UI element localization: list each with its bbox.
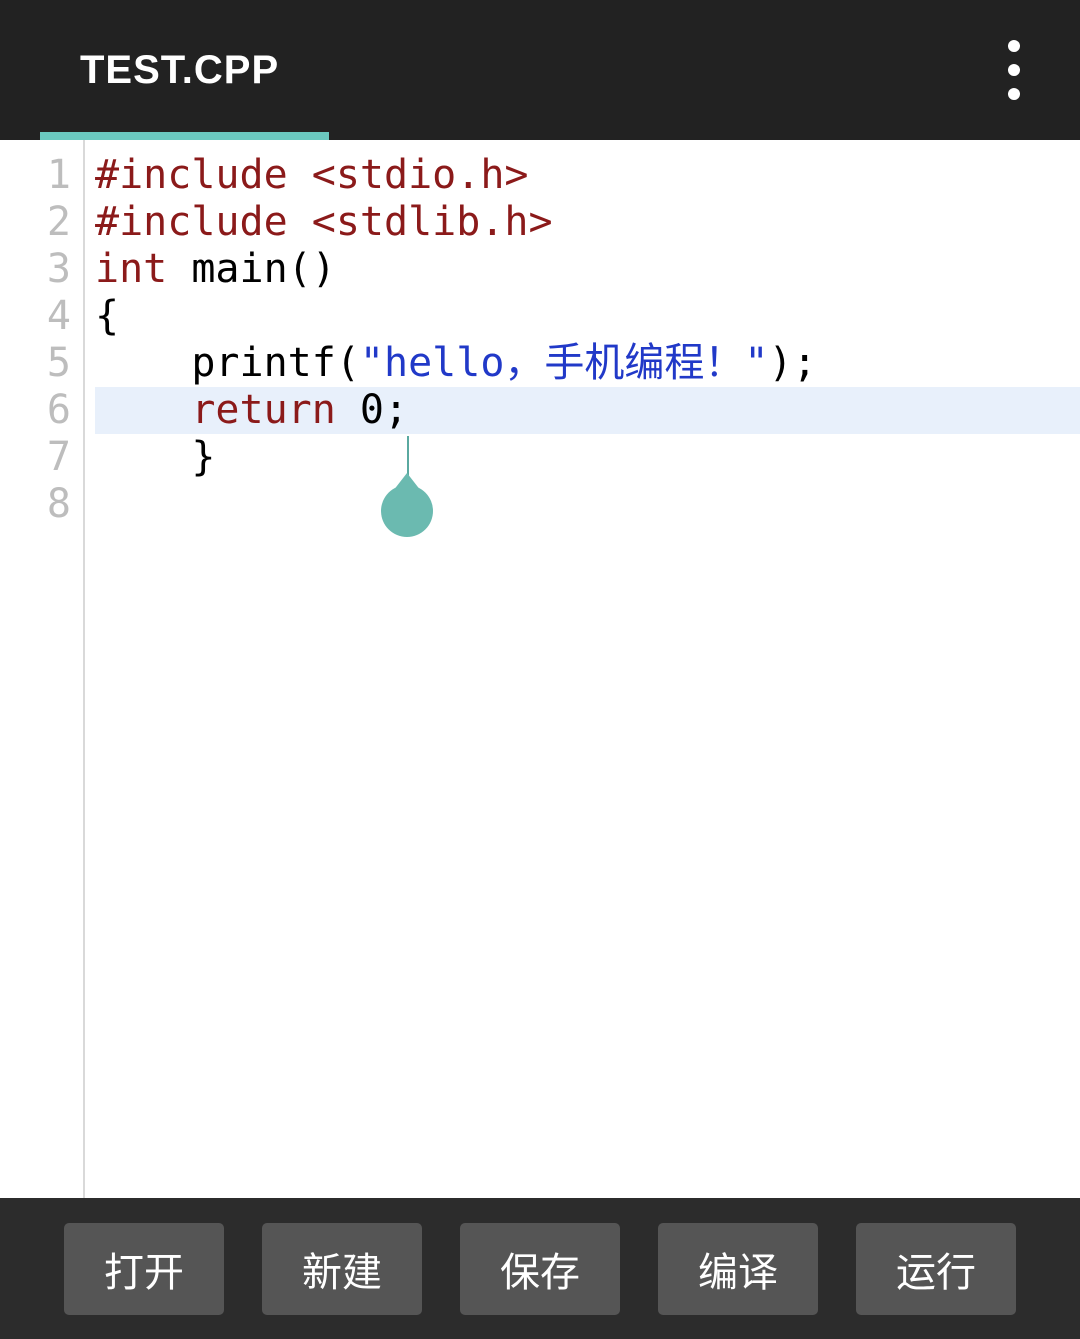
cursor-drag-handle[interactable] — [381, 485, 433, 537]
code-token: { — [95, 293, 119, 339]
app-header: TEST.CPP — [0, 0, 1080, 140]
code-line[interactable]: #include <stdlib.h> — [95, 199, 1080, 246]
code-token — [95, 387, 191, 433]
line-number: 4 — [0, 293, 83, 340]
code-token: printf( — [95, 340, 360, 386]
code-token: "hello，手机编程！" — [360, 340, 769, 386]
bottom-toolbar: 打开新建保存编译运行 — [0, 1198, 1080, 1339]
code-token: int — [95, 246, 167, 292]
code-token: #include — [95, 199, 312, 245]
more-vert-icon[interactable] — [988, 20, 1040, 120]
code-line[interactable]: printf("hello，手机编程！"); — [95, 340, 1080, 387]
code-token: } — [95, 434, 215, 480]
compile-button[interactable]: 编译 — [658, 1223, 818, 1315]
save-button[interactable]: 保存 — [460, 1223, 620, 1315]
file-tab-title: TEST.CPP — [80, 48, 279, 93]
code-token: ); — [768, 340, 816, 386]
line-number: 5 — [0, 340, 83, 387]
code-token: 0; — [336, 387, 408, 433]
code-editor[interactable]: 12345678 #include <stdio.h>#include <std… — [0, 140, 1080, 1198]
code-token: main() — [167, 246, 336, 292]
code-line[interactable]: } — [95, 434, 1080, 481]
line-number: 8 — [0, 481, 83, 528]
code-line[interactable]: int main() — [95, 246, 1080, 293]
line-number: 1 — [0, 152, 83, 199]
open-button[interactable]: 打开 — [64, 1223, 224, 1315]
code-token: <stdlib.h> — [312, 199, 553, 245]
run-button[interactable]: 运行 — [856, 1223, 1016, 1315]
line-gutter: 12345678 — [0, 140, 85, 1198]
code-line[interactable]: return 0; — [95, 387, 1080, 434]
file-tab[interactable]: TEST.CPP — [0, 0, 329, 140]
code-content[interactable]: #include <stdio.h>#include <stdlib.h>int… — [85, 140, 1080, 1198]
code-token: #include — [95, 152, 312, 198]
text-cursor — [407, 436, 409, 478]
code-line[interactable]: { — [95, 293, 1080, 340]
line-number: 6 — [0, 387, 83, 434]
line-number: 3 — [0, 246, 83, 293]
line-number: 2 — [0, 199, 83, 246]
new-button[interactable]: 新建 — [262, 1223, 422, 1315]
code-line[interactable]: #include <stdio.h> — [95, 152, 1080, 199]
line-number: 7 — [0, 434, 83, 481]
code-token: <stdio.h> — [312, 152, 529, 198]
code-token: return — [191, 387, 336, 433]
